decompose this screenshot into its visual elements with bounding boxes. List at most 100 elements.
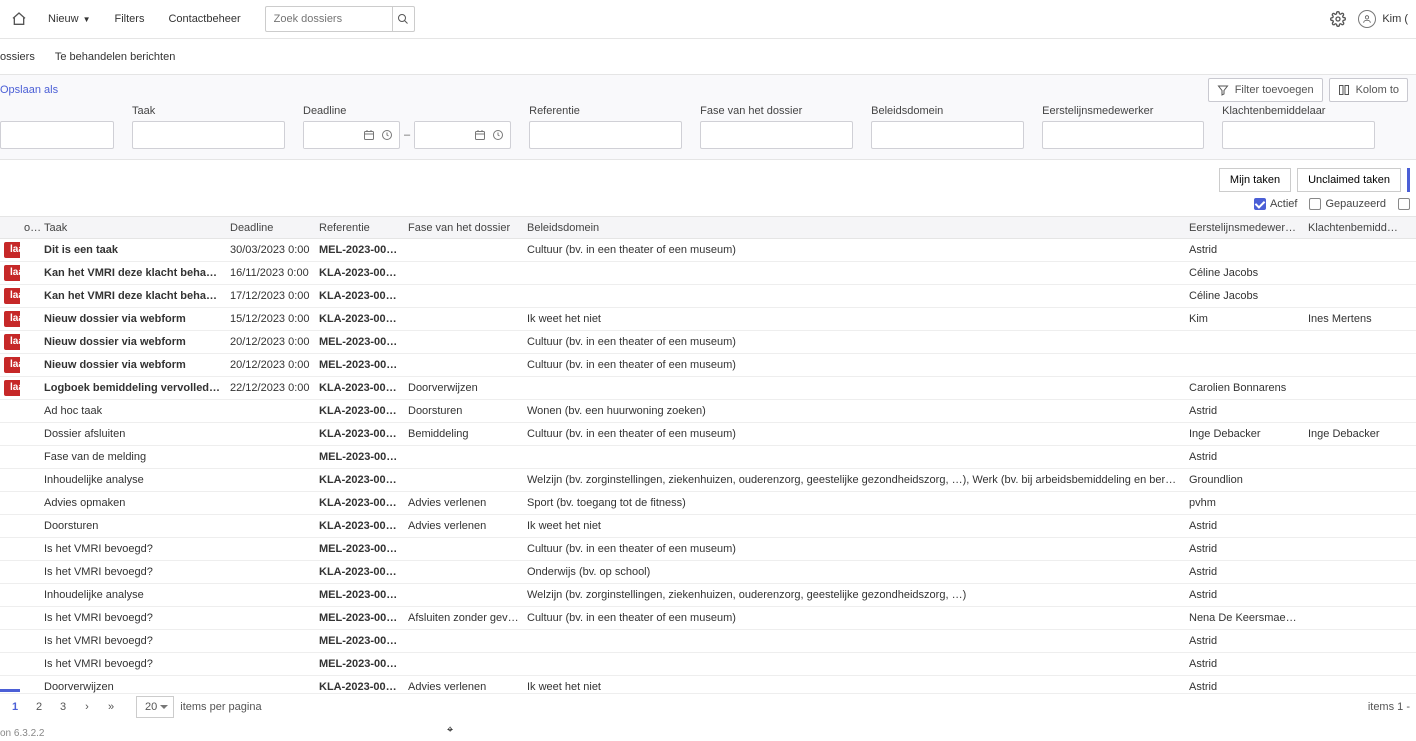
cell-kb [1304, 262, 1404, 285]
nav-filters[interactable]: Filters [109, 13, 151, 25]
table-row[interactable]: laatNieuw dossier via webform20/12/2023 … [0, 331, 1416, 354]
tab-dossiers[interactable]: ossiers [0, 39, 35, 74]
table-row[interactable]: Is het VMRI bevoegd?MEL-2023-00110Afslui… [0, 607, 1416, 630]
cell-fase: Afsluiten zonder gevolg [404, 607, 523, 630]
filter-bd[interactable] [871, 121, 1024, 149]
cell-bd: Cultuur (bv. in een theater of een museu… [523, 354, 1185, 377]
filter-taak[interactable] [132, 121, 285, 149]
search-input[interactable] [265, 6, 393, 32]
filter-deadline-to[interactable] [414, 121, 511, 149]
toggle-unclaimed[interactable]: Unclaimed taken [1297, 168, 1401, 192]
filter-elm[interactable] [1042, 121, 1204, 149]
table-row[interactable]: laatNieuw dossier via webform20/12/2023 … [0, 354, 1416, 377]
table-row[interactable]: Advies opmakenKLA-2023-00174Advies verle… [0, 492, 1416, 515]
settings-button[interactable] [1330, 11, 1346, 27]
col-fase[interactable]: Fase van het dossier [404, 217, 523, 239]
clock-icon[interactable] [489, 129, 507, 141]
cell-bd: Cultuur (bv. in een theater of een museu… [523, 538, 1185, 561]
col-taak[interactable]: Taak [40, 217, 226, 239]
table-row[interactable]: Is het VMRI bevoegd?MEL-2023-00107Astrid [0, 653, 1416, 676]
filter-first[interactable] [0, 121, 114, 149]
cell-end [1404, 607, 1416, 630]
cell-taak: Fase van de melding [40, 446, 226, 469]
checks-row: Actief Gepauzeerd [0, 198, 1416, 216]
col-referentie[interactable]: Referentie [315, 217, 404, 239]
check-gepauzeerd[interactable]: Gepauzeerd [1309, 198, 1386, 210]
cell-taak: Ad hoc taak [40, 400, 226, 423]
table-row[interactable]: Dossier afsluitenKLA-2023-00096Bemiddeli… [0, 423, 1416, 446]
cell-ref: KLA-2023-00170 [315, 400, 404, 423]
table-row[interactable]: laatKan het VMRI deze klacht behandelen?… [0, 262, 1416, 285]
filter-kb[interactable] [1222, 121, 1375, 149]
late-badge: laat [4, 334, 20, 350]
add-filter-button[interactable]: Filter toevoegen [1208, 78, 1323, 102]
col-elm[interactable]: Eerstelijnsmedewerker [1185, 217, 1304, 239]
range-dash: – [404, 129, 410, 141]
page-3[interactable]: 3 [54, 698, 72, 716]
cell-kb [1304, 446, 1404, 469]
page-2[interactable]: 2 [30, 698, 48, 716]
deadline-from-input[interactable] [304, 122, 360, 148]
page-1[interactable]: 1 [6, 698, 24, 716]
col-bd[interactable]: Beleidsdomein [523, 217, 1185, 239]
table-row[interactable]: laatLogboek bemiddeling vervolledigen22/… [0, 377, 1416, 400]
check-extra[interactable] [1398, 198, 1410, 210]
toggle-mijn-taken[interactable]: Mijn taken [1219, 168, 1291, 192]
check-actief[interactable]: Actief [1254, 198, 1298, 210]
cell-end [1404, 630, 1416, 653]
cell-ref: KLA-2023-00096 [315, 423, 404, 446]
cell-end [1404, 469, 1416, 492]
col-prioriteit[interactable]: oriteit↑ [20, 217, 40, 239]
table-row[interactable]: Ad hoc taakKLA-2023-00170DoorsturenWonen… [0, 400, 1416, 423]
nav-nieuw[interactable]: Nieuw ▼ [42, 13, 97, 25]
table-row[interactable]: laatNieuw dossier via webform15/12/2023 … [0, 308, 1416, 331]
cell-kb [1304, 492, 1404, 515]
page-next[interactable]: › [78, 698, 96, 716]
cell-end [1404, 285, 1416, 308]
search-button[interactable] [393, 6, 415, 32]
cell-badge [0, 561, 20, 584]
table-row[interactable]: Is het VMRI bevoegd?MEL-2023-00106Astrid [0, 630, 1416, 653]
table-row[interactable]: Inhoudelijke analyseKLA-2023-00164Welzij… [0, 469, 1416, 492]
table-row[interactable]: Is het VMRI bevoegd?MEL-2023-00116Cultuu… [0, 538, 1416, 561]
cell-end [1404, 308, 1416, 331]
cell-badge: laat [0, 262, 20, 285]
table-row[interactable]: Inhoudelijke analyseMEL-2023-00113Welzij… [0, 584, 1416, 607]
filter-fase[interactable] [700, 121, 853, 149]
table-row[interactable]: DoorsturenKLA-2023-00176Advies verlenenI… [0, 515, 1416, 538]
col-kb[interactable]: Klachtenbemiddelaar [1304, 217, 1404, 239]
table-row[interactable]: Fase van de meldingMEL-2023-00108Astrid [0, 446, 1416, 469]
deadline-to-input[interactable] [415, 122, 471, 148]
cell-prio [20, 515, 40, 538]
tab-te-behandelen[interactable]: Te behandelen berichten [55, 39, 175, 74]
cell-fase [404, 469, 523, 492]
cell-bd: Welzijn (bv. zorginstellingen, ziekenhui… [523, 584, 1185, 607]
table-row[interactable]: laatKan het VMRI deze klacht behandelen?… [0, 285, 1416, 308]
user-menu[interactable]: Kim ( [1358, 10, 1408, 28]
table-row[interactable]: laatDit is een taak30/03/2023 0:00MEL-20… [0, 239, 1416, 262]
calendar-icon[interactable] [360, 129, 378, 141]
col-deadline[interactable]: Deadline [226, 217, 315, 239]
clock-icon[interactable] [378, 129, 396, 141]
cell-fase [404, 630, 523, 653]
col-spacer [0, 217, 20, 239]
cell-kb [1304, 239, 1404, 262]
items-per-page-select[interactable]: 20 [136, 696, 174, 718]
filter-referentie[interactable] [529, 121, 682, 149]
cell-fase [404, 239, 523, 262]
calendar-icon[interactable] [471, 129, 489, 141]
cell-kb [1304, 354, 1404, 377]
cell-bd [523, 446, 1185, 469]
home-button[interactable] [8, 8, 30, 30]
filter-deadline-from[interactable] [303, 121, 400, 149]
cell-fase [404, 262, 523, 285]
cell-prio [20, 538, 40, 561]
cell-taak: Dossier afsluiten [40, 423, 226, 446]
cell-prio [20, 469, 40, 492]
column-button[interactable]: Kolom to [1329, 78, 1408, 102]
nav-contactbeheer[interactable]: Contactbeheer [162, 13, 246, 25]
checkbox-checked-icon [1254, 198, 1266, 210]
save-as-link[interactable]: Opslaan als [0, 84, 58, 96]
table-row[interactable]: Is het VMRI bevoegd?KLA-2023-00098Onderw… [0, 561, 1416, 584]
page-last[interactable]: » [102, 698, 120, 716]
